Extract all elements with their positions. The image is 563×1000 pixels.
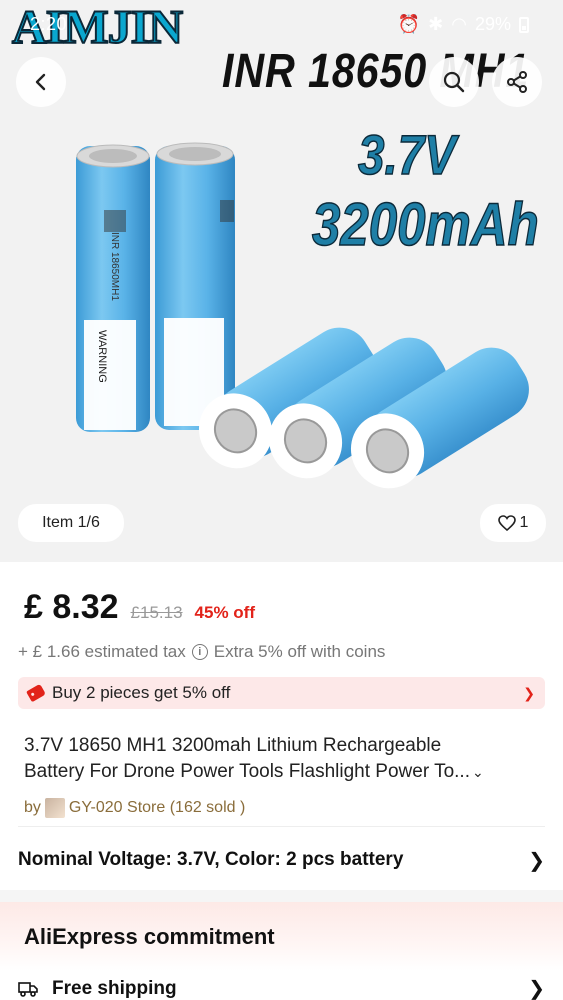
promo-text: Buy 2 pieces get 5% off — [52, 683, 231, 702]
variant-text: Nominal Voltage: 3.7V, Color: 2 pcs batt… — [18, 849, 404, 870]
free-shipping-label: Free shipping — [52, 977, 177, 999]
wifi-icon: ◠ — [451, 14, 467, 34]
battery-label-warning: WARNING — [96, 330, 108, 383]
tag-icon — [26, 683, 46, 703]
image-counter: Item 1/6 — [18, 504, 124, 542]
promo-banner[interactable]: Buy 2 pieces get 5% off ❯ — [18, 677, 545, 709]
discount-badge: 45% off — [194, 603, 255, 622]
variant-selector[interactable]: Nominal Voltage: 3.7V, Color: 2 pcs batt… — [18, 838, 545, 882]
battery-icon — [519, 16, 529, 33]
divider — [18, 826, 545, 827]
store-name: GY-020 Store (162 sold ) — [68, 799, 246, 816]
battery-label-model: INR 18650MH1 — [109, 232, 120, 301]
product-title[interactable]: 3.7V 18650 MH1 3200mah Lithium Rechargea… — [24, 733, 538, 785]
battery-level: 29% — [474, 14, 511, 34]
chevron-right-icon: ❯ — [528, 978, 545, 1000]
search-icon — [443, 71, 465, 93]
wishlist-button[interactable]: 1 — [480, 504, 546, 542]
like-count: 1 — [519, 514, 529, 531]
status-bar: ⏰ ✱ ◠ 29% — [398, 14, 529, 35]
section-spacer — [0, 890, 563, 902]
product-title-line1: 3.7V 18650 MH1 3200mah Lithium Rechargea… — [24, 735, 442, 756]
chevron-right-icon: ❯ — [523, 684, 535, 701]
heart-icon — [497, 515, 516, 531]
store-link[interactable]: by GY-020 Store (162 sold ) — [24, 798, 245, 818]
share-icon — [507, 71, 527, 93]
chevron-down-icon[interactable]: ⌄ — [472, 759, 484, 785]
chevron-right-icon: ❯ — [528, 849, 545, 872]
bluetooth-icon: ✱ — [428, 14, 444, 34]
price-row: £ 8.32 £15.13 45% off — [24, 588, 255, 627]
tax-row: + £ 1.66 estimated tax i Extra 5% off wi… — [18, 642, 385, 662]
current-price: £ 8.32 — [24, 588, 119, 626]
original-price: £15.13 — [130, 603, 183, 622]
commitment-title: AliExpress commitment — [24, 924, 275, 949]
product-title-line2: Battery For Drone Power Tools Flashlight… — [24, 761, 470, 782]
store-avatar — [44, 798, 65, 818]
alarm-icon: ⏰ — [397, 14, 421, 34]
status-time: 2:20 — [30, 14, 68, 34]
info-icon[interactable]: i — [191, 644, 208, 660]
voltage-banner: 3.7V — [357, 122, 456, 187]
share-button[interactable] — [492, 57, 542, 107]
truck-icon — [18, 981, 38, 997]
store-by-label: by — [24, 799, 41, 816]
capacity-banner: 3200mAh — [311, 190, 539, 259]
search-button[interactable] — [429, 57, 479, 107]
model-banner: INR 18650 MH1 — [222, 45, 530, 98]
back-button[interactable] — [16, 57, 66, 107]
chevron-left-icon — [35, 73, 46, 91]
coins-offer: Extra 5% off with coins — [213, 642, 386, 661]
product-image-gallery[interactable]: WARNING INR 18650MH1 AIMJIN INR 18650 MH… — [0, 0, 563, 562]
free-shipping-row[interactable]: Free shipping ❯ — [18, 976, 545, 1000]
commitment-section: AliExpress commitment Free shipping ❯ — [0, 902, 563, 1000]
estimated-tax: + £ 1.66 estimated tax — [18, 642, 186, 661]
